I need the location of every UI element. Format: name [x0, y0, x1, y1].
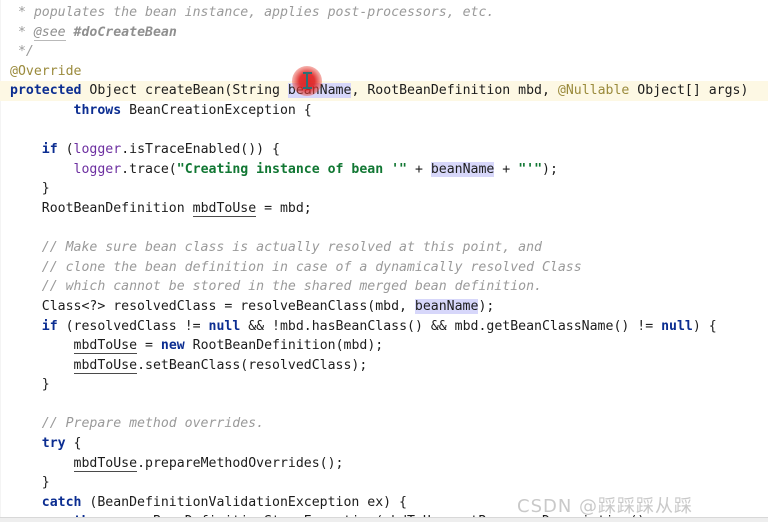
code-token: {: [65, 436, 82, 452]
code-token: +: [407, 161, 431, 177]
code-token: @Override: [10, 63, 82, 79]
code-token: && !mbd.hasBeanClass() && mbd.getBeanCla…: [240, 318, 662, 334]
code-line[interactable]: try {: [0, 434, 768, 454]
code-line[interactable]: mbdToUse = new RootBeanDefinition(mbd);: [0, 336, 768, 356]
code-line[interactable]: Class<?> resolvedClass = resolveBeanClas…: [0, 297, 768, 317]
code-token: catch: [41, 494, 82, 510]
code-line-current[interactable]: protected Object createBean(String beanN…: [0, 81, 768, 101]
code-line[interactable]: }: [0, 179, 768, 199]
code-lines-container[interactable]: * populates the bean instance, applies p…: [0, 0, 768, 522]
code-token: // which cannot be stored in the shared …: [10, 279, 542, 295]
occurrence-highlight-token: beanName: [414, 298, 479, 314]
code-token: .trace(: [121, 161, 177, 177]
code-line[interactable]: if (resolvedClass != null && !mbd.hasBea…: [0, 317, 768, 337]
code-token: try: [41, 436, 66, 452]
code-token: =: [137, 338, 161, 354]
code-token: mbdToUse: [192, 200, 257, 217]
code-token: mbdToUse: [73, 455, 138, 472]
code-token: (resolvedClass !=: [57, 318, 209, 334]
code-token: new: [160, 338, 185, 354]
code-line[interactable]: if (logger.isTraceEnabled()) {: [0, 140, 768, 160]
code-token: }: [10, 377, 50, 393]
text-cursor-bottom-serif-icon: [302, 87, 312, 89]
code-token: (BeanDefinitionValidationException ex) {: [81, 494, 407, 510]
code-token: null: [208, 318, 241, 334]
code-token: +: [494, 161, 519, 177]
code-token: "'": [518, 161, 543, 177]
code-token: );: [542, 161, 558, 177]
text-cursor-top-serif-icon: [302, 72, 312, 74]
code-line[interactable]: * populates the bean instance, applies p…: [0, 3, 768, 23]
code-token: // clone the bean definition in case of …: [10, 259, 582, 275]
code-token: RootBeanDefinition(mbd);: [184, 338, 384, 354]
code-token: , RootBeanDefinition mbd,: [351, 83, 558, 99]
code-line[interactable]: RootBeanDefinition mbdToUse = mbd;: [0, 199, 768, 219]
code-token: }: [10, 181, 50, 197]
code-line[interactable]: @Override: [0, 62, 768, 82]
code-token: .prepareMethodOverrides();: [137, 455, 344, 471]
code-line[interactable]: }: [0, 375, 768, 395]
code-token: logger: [73, 161, 122, 177]
code-token: Class<?> resolvedClass = resolveBeanClas…: [10, 298, 415, 314]
code-token: );: [478, 298, 495, 314]
occurrence-highlight-token: beanName: [287, 83, 352, 99]
code-line[interactable]: logger.trace("Creating instance of bean …: [0, 160, 768, 180]
code-token: // Make sure bean class is actually reso…: [10, 240, 542, 256]
code-token: throws: [73, 102, 122, 118]
code-token: logger: [73, 142, 122, 158]
occurrence-highlight-token: beanName: [430, 161, 495, 177]
code-line[interactable]: catch (BeanDefinitionValidationException…: [0, 493, 768, 513]
code-token: }: [10, 475, 50, 491]
code-line[interactable]: [0, 219, 768, 239]
code-token: BeanCreationException {: [121, 102, 312, 118]
code-token: */: [10, 44, 34, 60]
code-line[interactable]: // Make sure bean class is actually reso…: [0, 238, 768, 258]
code-token: ) {: [692, 318, 717, 334]
code-line[interactable]: // which cannot be stored in the shared …: [0, 277, 768, 297]
code-token: mbdToUse: [73, 338, 138, 355]
code-line[interactable]: mbdToUse.prepareMethodOverrides();: [0, 454, 768, 474]
code-line[interactable]: [0, 121, 768, 141]
code-line[interactable]: * @see #doCreateBean: [0, 23, 768, 43]
code-token: *: [10, 5, 34, 20]
code-line[interactable]: [0, 395, 768, 415]
code-token: null: [661, 318, 693, 334]
code-token: mbdToUse: [73, 357, 138, 374]
code-token: *: [10, 24, 34, 40]
code-token: Object createBean(String: [81, 83, 288, 99]
code-token: if: [41, 142, 58, 158]
editor-bottom-scrollbar-strip[interactable]: [0, 517, 768, 522]
code-token: @Nullable: [557, 83, 630, 99]
code-token: populates the bean instance, applies pos…: [33, 5, 495, 20]
code-line[interactable]: // Prepare method overrides.: [0, 414, 768, 434]
code-line[interactable]: throws BeanCreationException {: [0, 101, 768, 121]
code-token: RootBeanDefinition: [10, 200, 193, 216]
code-line[interactable]: // clone the bean definition in case of …: [0, 258, 768, 278]
code-token: protected: [10, 83, 82, 99]
code-line[interactable]: }: [0, 473, 768, 493]
code-token: .setBeanClass(resolvedClass);: [137, 357, 368, 373]
code-token: #doCreateBean: [73, 24, 177, 40]
code-editor[interactable]: * populates the bean instance, applies p…: [0, 0, 768, 522]
code-line[interactable]: mbdToUse.setBeanClass(resolvedClass);: [0, 356, 768, 376]
code-token: "Creating instance of bean '": [176, 161, 407, 177]
code-token: = mbd;: [256, 200, 312, 216]
code-token: if: [41, 318, 58, 334]
code-token: @see: [33, 24, 66, 41]
code-token: (: [57, 142, 74, 158]
code-token: Object[] args): [629, 83, 749, 99]
code-token: .isTraceEnabled()) {: [121, 142, 280, 158]
code-line[interactable]: */: [0, 42, 768, 62]
code-token: // Prepare method overrides.: [10, 416, 265, 432]
